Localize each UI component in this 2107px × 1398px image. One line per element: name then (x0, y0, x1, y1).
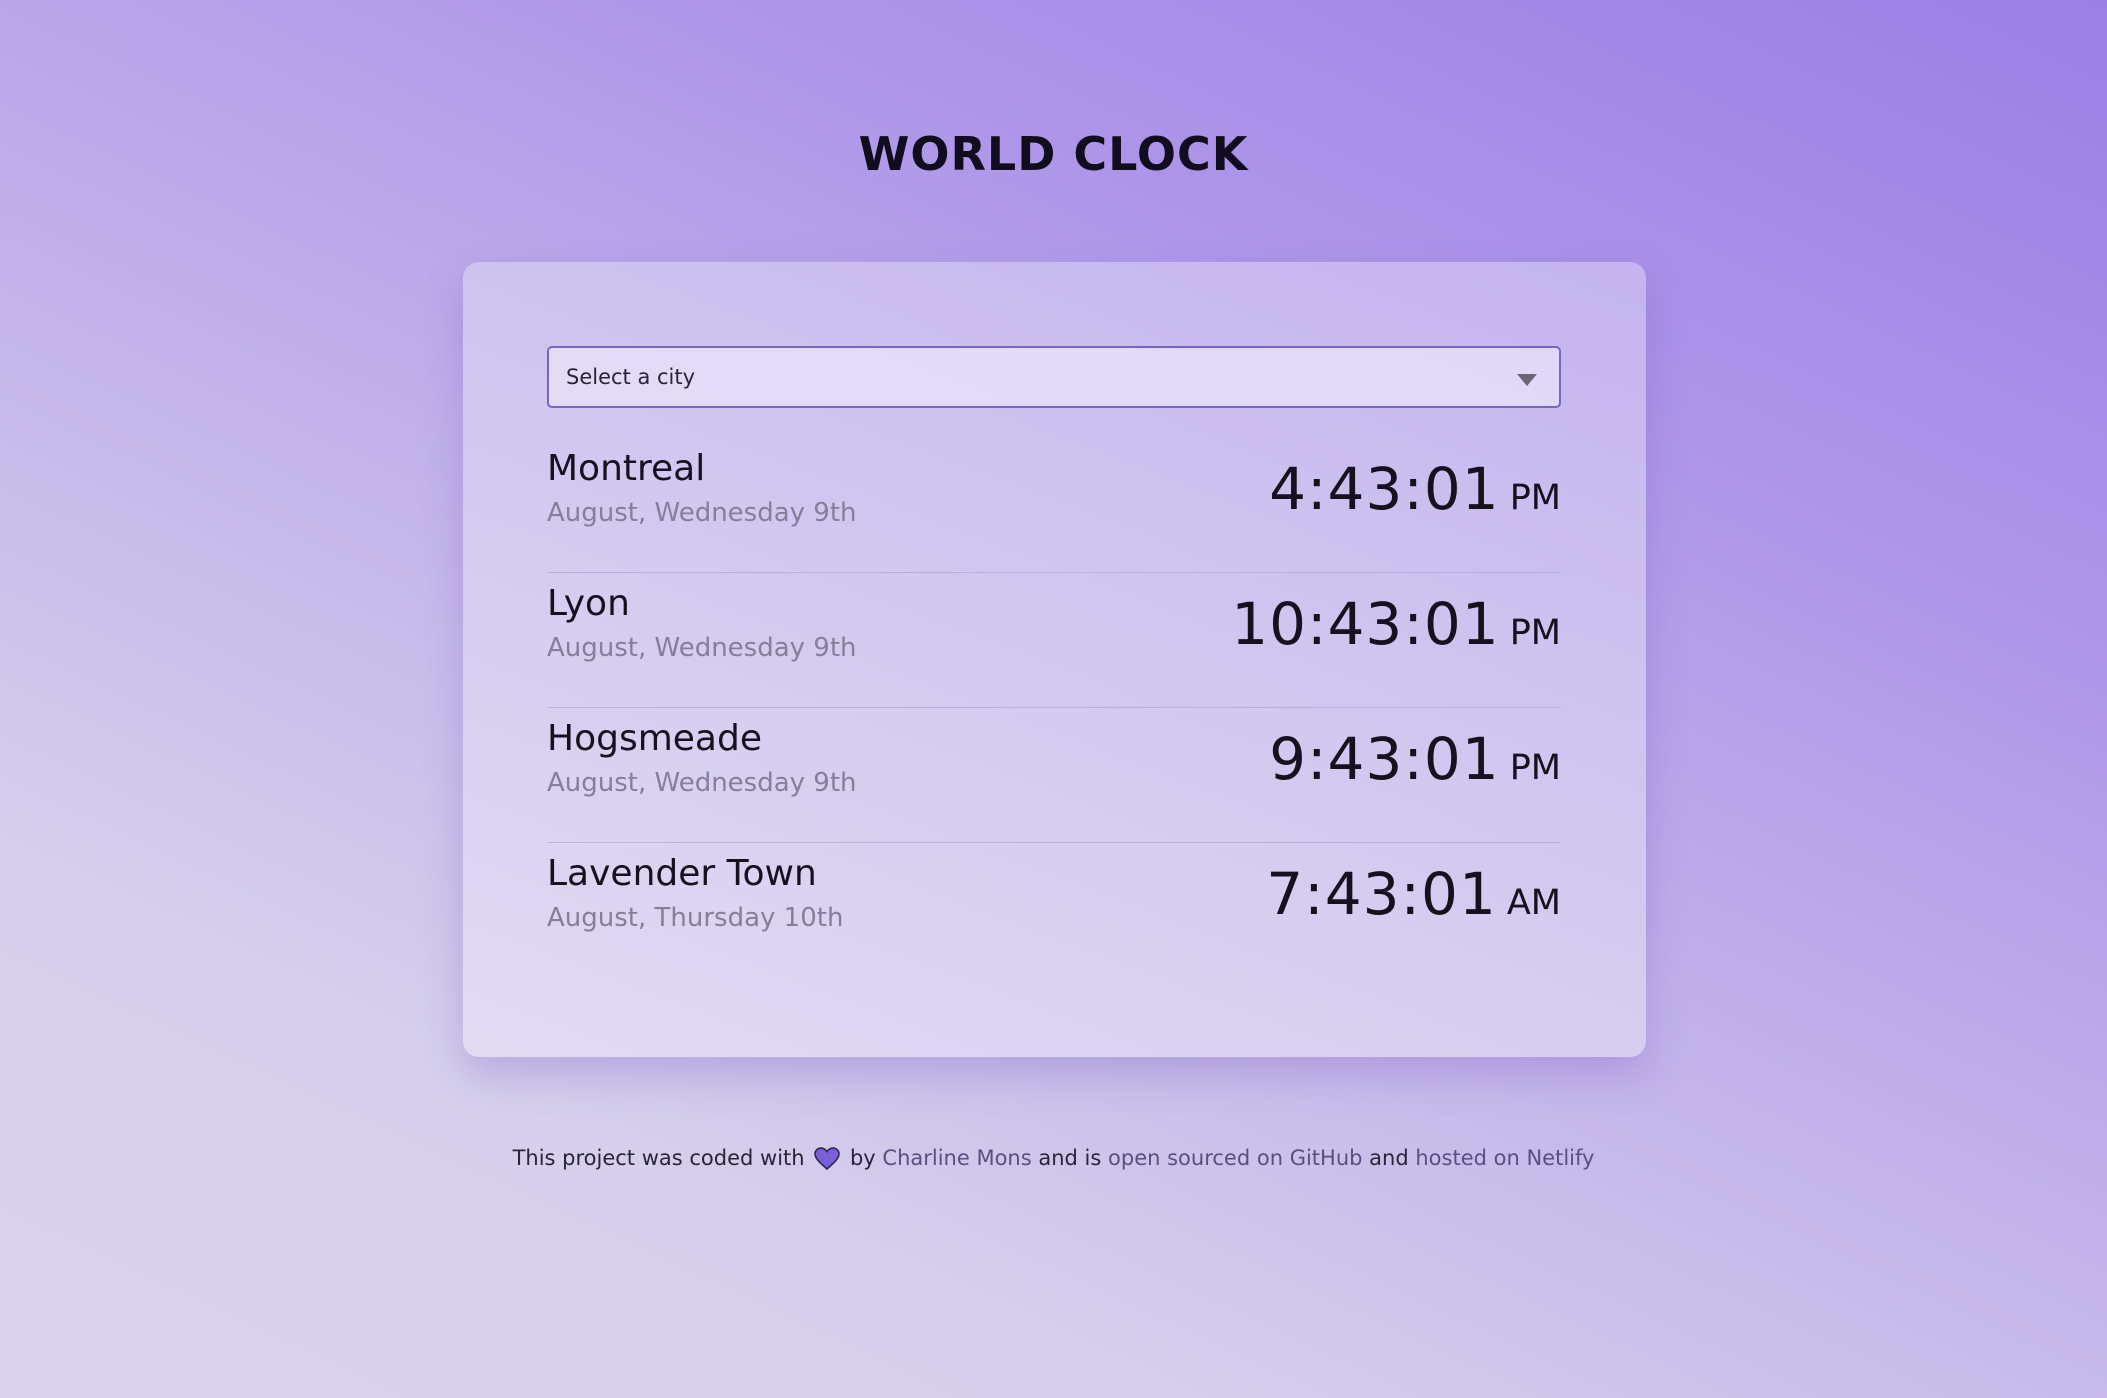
footer-text: This project was coded with (512, 1146, 805, 1170)
footer: This project was coded with by Charline … (0, 1146, 2107, 1176)
chevron-down-icon (1517, 374, 1537, 386)
footer-text: and is (1038, 1146, 1102, 1170)
time-ampm: PM (1509, 613, 1561, 653)
footer-text: by (849, 1146, 876, 1170)
city-time: 9:43:01 PM (1269, 725, 1561, 793)
city-date: August, Wednesday 9th (547, 768, 857, 798)
author-link[interactable]: Charline Mons (882, 1146, 1031, 1170)
city-select[interactable]: Select a city (547, 346, 1561, 408)
footer-text: and (1369, 1146, 1409, 1170)
city-name: Lavender Town (547, 853, 817, 894)
city-date: August, Wednesday 9th (547, 633, 857, 663)
city-select-label: Select a city (566, 365, 696, 389)
city-time: 10:43:01 PM (1231, 590, 1561, 658)
city-time: 4:43:01 PM (1269, 455, 1561, 523)
netlify-link[interactable]: hosted on Netlify (1415, 1146, 1594, 1170)
time-digits: 10:43:01 (1231, 590, 1500, 658)
city-row-lyon: Lyon August, Wednesday 9th 10:43:01 PM (547, 573, 1561, 708)
city-name: Lyon (547, 583, 630, 624)
time-digits: 7:43:01 (1266, 860, 1497, 928)
time-digits: 9:43:01 (1269, 725, 1500, 793)
city-row-montreal: Montreal August, Wednesday 9th 4:43:01 PM (547, 438, 1561, 573)
time-ampm: PM (1509, 748, 1561, 788)
city-name: Hogsmeade (547, 718, 762, 759)
github-link[interactable]: open sourced on GitHub (1108, 1146, 1362, 1170)
page-title: WORLD CLOCK (858, 127, 1249, 181)
heart-icon (814, 1147, 841, 1176)
city-date: August, Thursday 10th (547, 903, 844, 933)
time-digits: 4:43:01 (1269, 455, 1500, 523)
city-row-hogsmeade: Hogsmeade August, Wednesday 9th 9:43:01 P… (547, 708, 1561, 843)
city-row-lavender-town: Lavender Town August, Thursday 10th 7:43… (547, 843, 1561, 978)
time-ampm: PM (1509, 478, 1561, 518)
city-time: 7:43:01 AM (1266, 860, 1561, 928)
clock-card: Select a city Montreal August, Wednesday… (463, 262, 1646, 1057)
city-date: August, Wednesday 9th (547, 498, 857, 528)
city-name: Montreal (547, 448, 706, 489)
time-ampm: AM (1506, 883, 1561, 923)
